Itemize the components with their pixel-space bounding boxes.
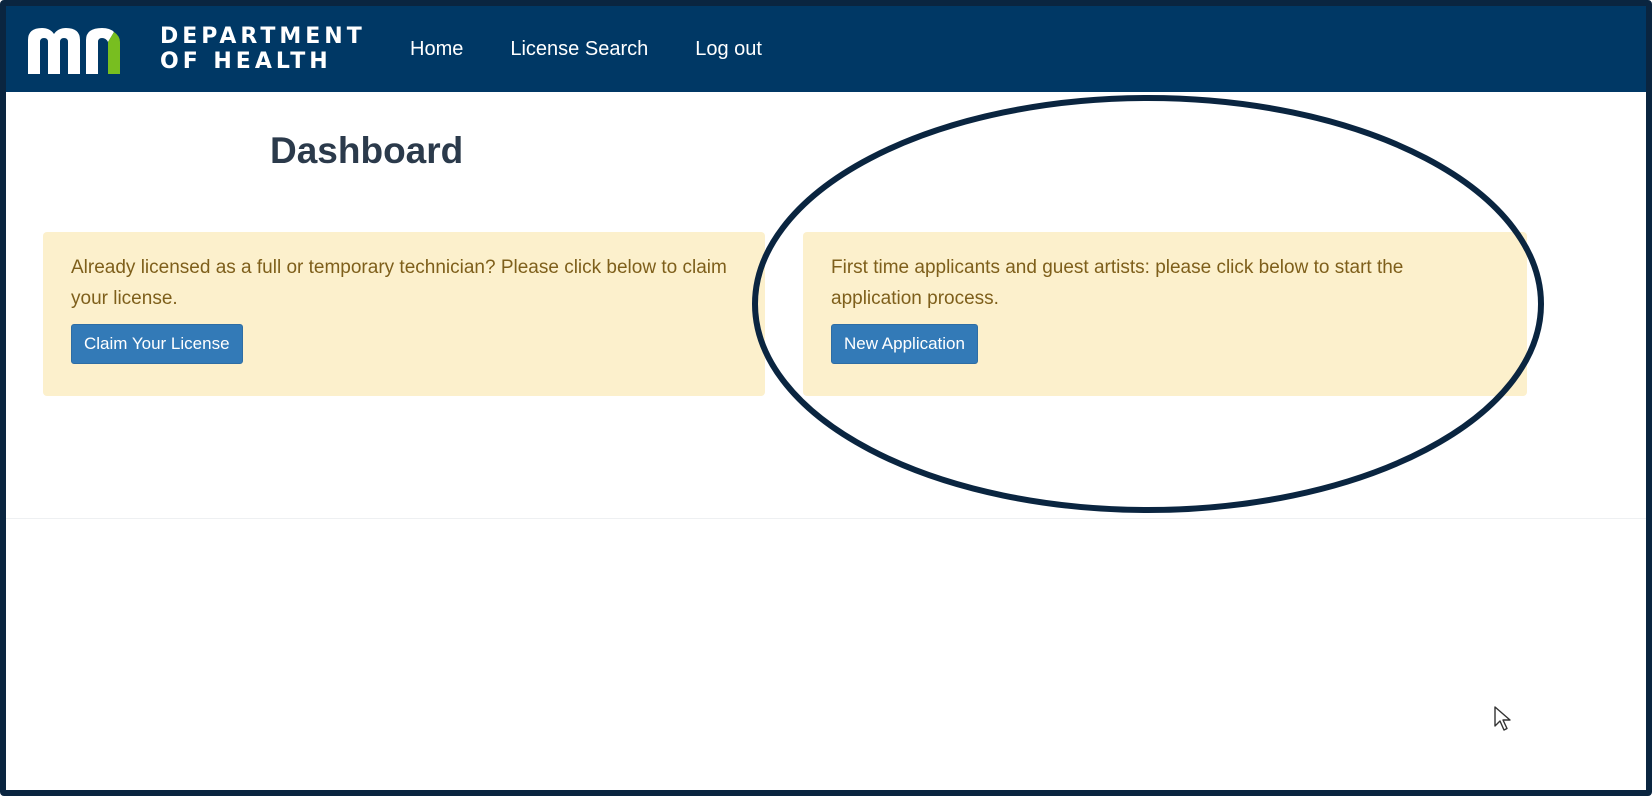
nav-license-search-link[interactable]: License Search <box>510 38 648 61</box>
logo-line-1: DEPARTMENT <box>160 24 366 49</box>
browser-frame: DEPARTMENT OF HEALTH Home License Search… <box>0 0 1652 796</box>
nav-home-link[interactable]: Home <box>410 38 463 61</box>
logo-line-2: OF HEALTH <box>160 49 332 74</box>
main-nav: Home License Search Log out <box>410 6 809 92</box>
mn-health-logo[interactable]: DEPARTMENT OF HEALTH <box>24 20 366 78</box>
new-application-button[interactable]: New Application <box>831 324 978 364</box>
content-divider <box>6 518 1646 519</box>
logo-wordmark: DEPARTMENT OF HEALTH <box>160 24 366 74</box>
claim-license-card: Already licensed as a full or temporary … <box>43 232 765 396</box>
new-application-text: First time applicants and guest artists:… <box>831 257 1404 309</box>
nav-log-out-link[interactable]: Log out <box>695 38 762 61</box>
cursor-pointer-icon <box>1494 706 1512 737</box>
new-application-card: First time applicants and guest artists:… <box>803 232 1527 396</box>
highlight-ellipse <box>752 95 1544 513</box>
claim-license-text: Already licensed as a full or temporary … <box>71 257 727 309</box>
top-navbar: DEPARTMENT OF HEALTH Home License Search… <box>6 6 1646 92</box>
page-title: Dashboard <box>270 130 464 171</box>
claim-your-license-button[interactable]: Claim Your License <box>71 324 243 364</box>
mn-logo-icon <box>24 24 142 74</box>
